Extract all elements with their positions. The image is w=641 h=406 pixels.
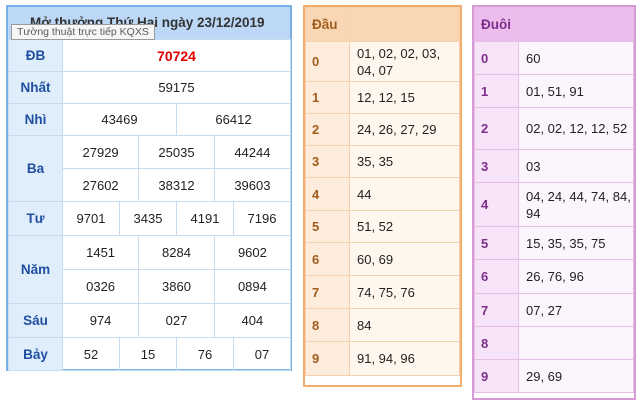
prize-row-tu: Tư 9701 3435 4191 7196: [8, 201, 291, 236]
head-digit-header-row: Đầu: [305, 7, 460, 42]
head-digit-header: Đầu: [305, 7, 350, 42]
tail-digit-row: 6 26, 76, 96: [474, 259, 634, 294]
prize-value-nhi: 66412: [176, 103, 291, 136]
prize-label-nhat: Nhất: [8, 71, 63, 104]
tail-digit-header: Đuôi: [474, 7, 519, 42]
prize-label-sau: Sáu: [8, 303, 63, 338]
head-digit-row: 6 60, 69: [305, 242, 460, 276]
prize-value-sau: 974: [63, 304, 140, 337]
prize-row-bay: Bảy 52 15 76 07: [8, 337, 291, 371]
prize-value-ba: 44244: [234, 144, 271, 160]
prize-value-db: 70724: [62, 39, 291, 72]
prize-value-tu: 7196: [233, 201, 291, 236]
prize-label-bay: Bảy: [8, 337, 63, 371]
head-digit-row: 0 01, 02, 02, 03, 04, 07: [305, 41, 460, 82]
head-digit-row: 7 74, 75, 76: [305, 275, 460, 309]
prize-value-ba: 27929: [63, 136, 140, 168]
head-digit-row: 5 51, 52: [305, 210, 460, 243]
prize-value-bay: 07: [233, 337, 291, 371]
prize-value-bay: 15: [119, 337, 177, 371]
prize-row-ba: Ba 27929 25035 44244: [8, 135, 291, 202]
prize-value-ba: 38312: [138, 169, 215, 201]
prize-value-ba: 39603: [234, 177, 271, 193]
tail-digit-row: 3 03: [474, 149, 634, 183]
prize-row-nhat: Nhất 59175: [8, 71, 291, 104]
prize-row-nam: Năm 1451 8284 9602: [8, 235, 291, 304]
head-digit-table: Đầu 0 01, 02, 02, 03, 04, 07 1 12, 12, 15 …: [305, 7, 460, 376]
prize-value-nam: 8284: [138, 236, 215, 269]
head-digit-row: 9 91, 94, 96: [305, 341, 460, 376]
prize-value-tu: 3435: [119, 201, 177, 236]
prize-label-tu: Tư: [8, 201, 63, 236]
tail-digit-row: 2 02, 02, 12, 12, 52: [474, 107, 634, 150]
tail-digit-table: Đuôi 0 60 1 01, 51, 91 2 02, 02, 12, 12, 52…: [474, 7, 634, 393]
prize-value-nhi: 43469: [62, 103, 177, 136]
prize-value-nam: 0894: [237, 279, 267, 294]
prize-label-nhi: Nhì: [8, 103, 63, 136]
prize-value-nam: 0326: [63, 270, 140, 303]
head-digit-row: 8 84: [305, 308, 460, 342]
prize-label-db: ĐB: [8, 39, 63, 72]
head-digit-row: 3 35, 35: [305, 145, 460, 178]
prize-value-tu: 4191: [176, 201, 234, 236]
prize-value-sau: 404: [241, 313, 264, 328]
head-digit-row: 1 12, 12, 15: [305, 81, 460, 114]
prize-row-db: ĐB 70724: [8, 39, 291, 72]
head-digit-row: 2 24, 26, 27, 29: [305, 113, 460, 146]
prize-value-sau: 027: [138, 304, 215, 337]
head-digit-panel: Đầu 0 01, 02, 02, 03, 04, 07 1 12, 12, 15 …: [303, 5, 462, 387]
tail-digit-row: 0 60: [474, 41, 634, 75]
results-table: ĐB 70724 Nhất 59175 Nhì 43469 66412 Ba 2…: [8, 39, 291, 371]
lottery-results-panel: Mở thưởng Thứ Hai ngày 23/12/2019 Tường …: [6, 5, 292, 371]
prize-value-bay: 76: [176, 337, 234, 371]
results-header: Mở thưởng Thứ Hai ngày 23/12/2019 Tường …: [8, 7, 290, 40]
tail-digit-row: 5 15, 35, 35, 75: [474, 226, 634, 260]
head-digit-row: 4 44: [305, 177, 460, 211]
prize-value-tu: 9701: [62, 201, 120, 236]
prize-row-sau: Sáu 974 027 404: [8, 303, 291, 338]
tail-digit-header-row: Đuôi: [474, 7, 634, 42]
tail-digit-row: 4 04, 24, 44, 74, 84, 94: [474, 182, 634, 227]
tail-digit-row: 7 07, 27: [474, 293, 634, 327]
prize-row-nhi: Nhì 43469 66412: [8, 103, 291, 136]
tail-digit-panel: Đuôi 0 60 1 01, 51, 91 2 02, 02, 12, 12, 52…: [472, 5, 636, 400]
prize-value-ba: 27602: [63, 169, 140, 201]
prize-label-nam: Năm: [8, 235, 63, 304]
tail-digit-row: 8: [474, 326, 634, 360]
tail-digit-row: 9 29, 69: [474, 359, 634, 393]
prize-value-ba: 25035: [138, 136, 215, 168]
live-report-tooltip: Tường thuật trực tiếp KQXS: [11, 24, 155, 40]
prize-value-nam: 9602: [237, 245, 267, 260]
prize-value-nam: 3860: [138, 270, 215, 303]
prize-value-bay: 52: [62, 337, 120, 371]
tail-digit-row: 1 01, 51, 91: [474, 74, 634, 108]
prize-value-nhat: 59175: [62, 71, 291, 104]
prize-label-ba: Ba: [8, 135, 63, 202]
prize-value-nam: 1451: [63, 236, 140, 269]
